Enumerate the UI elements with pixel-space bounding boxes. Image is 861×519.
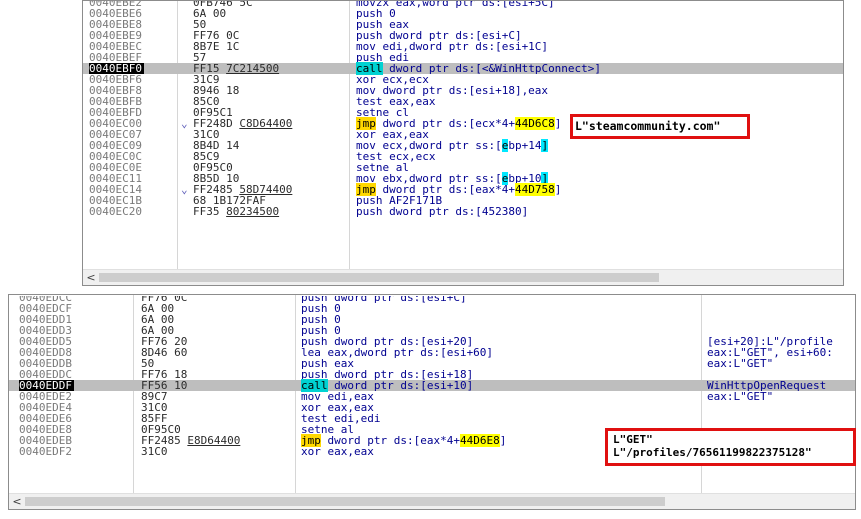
instruction-list: 0040EBE2 0FB746 5C movzx eax,word ptr ds:[… bbox=[83, 1, 843, 217]
instruction-cell: xor eax,eax bbox=[301, 446, 374, 457]
instruction-row[interactable]: 0040EDE4 31C0 xor eax,eax bbox=[9, 402, 855, 413]
bytes-cell: 31C0 bbox=[141, 446, 168, 457]
string-callout-top: L"steamcommunity.com" bbox=[570, 114, 750, 139]
instruction-row[interactable]: 0040EC20 FF35 80234500 push dword ptr ds:[… bbox=[83, 206, 843, 217]
scroll-left-icon[interactable]: < bbox=[11, 494, 23, 509]
jump-arrow-icon: ⌄ bbox=[181, 183, 188, 196]
horizontal-scrollbar[interactable]: < bbox=[83, 269, 843, 285]
string-callout-bottom: L"GET" L"/profiles/76561199822375128" bbox=[605, 428, 856, 466]
instruction-row[interactable]: 0040EDE6 85FF test edi,edi bbox=[9, 413, 855, 424]
comment-cell: eax:L"GET" bbox=[707, 390, 774, 403]
jump-arrow-icon: ⌄ bbox=[181, 117, 188, 130]
callout-text: L"steamcommunity.com" bbox=[575, 119, 721, 133]
disassembly-pane-top[interactable]: 0040EBE2 0FB746 5C movzx eax,word ptr ds:[… bbox=[82, 0, 844, 286]
callout-line: L"/profiles/76561199822375128" bbox=[613, 446, 812, 459]
bytes-reference: 80234500 bbox=[226, 205, 280, 218]
instruction-row[interactable]: 0040EDE2 89C7 mov edi,eax eax:L"GET" bbox=[9, 391, 855, 402]
scroll-thumb[interactable] bbox=[99, 273, 659, 282]
instruction-token: push dword ptr ds:[452380] bbox=[356, 205, 529, 218]
horizontal-scrollbar[interactable]: < bbox=[9, 493, 855, 509]
instruction-row[interactable]: 0040EDD1 6A 00 push 0 bbox=[9, 314, 855, 325]
comment-cell: eax:L"GET" bbox=[707, 357, 774, 370]
scroll-left-icon[interactable]: < bbox=[85, 270, 97, 285]
instruction-row[interactable]: 0040EDCF 6A 00 push 0 bbox=[9, 303, 855, 314]
bytes-text: 31C0 bbox=[141, 445, 168, 458]
disassembly-pane-bottom[interactable]: 0040EDCC FF76 0C push dword ptr ds:[esi+C]… bbox=[8, 294, 856, 510]
callout-line: L"GET" bbox=[613, 433, 653, 446]
address-cell: 0040EC20 bbox=[89, 205, 142, 218]
bytes-text: FF35 bbox=[193, 205, 227, 218]
scroll-thumb[interactable] bbox=[25, 497, 665, 506]
instruction-token: xor eax,eax bbox=[301, 445, 374, 458]
bytes-cell: FF35 80234500 bbox=[193, 206, 279, 217]
instruction-cell: push dword ptr ds:[452380] bbox=[356, 206, 528, 217]
instruction-row[interactable]: 0040EDCC FF76 0C push dword ptr ds:[esi+C] bbox=[9, 296, 855, 303]
address-cell: 0040EDF2 bbox=[19, 445, 72, 458]
